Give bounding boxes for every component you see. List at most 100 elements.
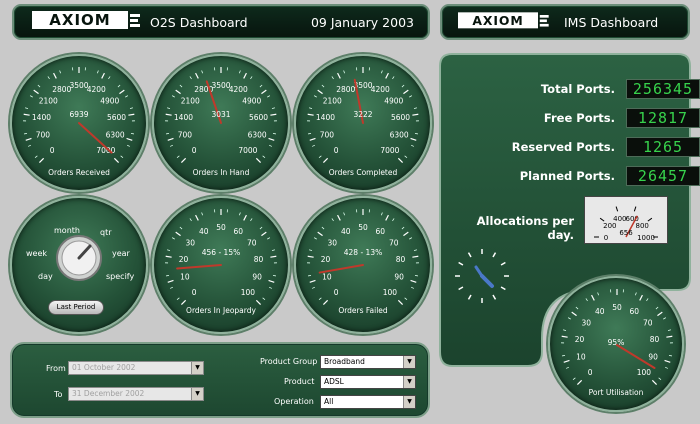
gauge-tick-label: 30 xyxy=(327,239,337,248)
gauge-minor-tick xyxy=(267,95,271,98)
free-ports-label: Free Ports. xyxy=(543,111,615,125)
axiom-logo: AXIOM xyxy=(458,12,549,29)
gauge-minor-tick xyxy=(201,212,204,216)
gauge-tick-label: 7000 xyxy=(380,146,399,155)
gauge-minor-tick xyxy=(321,226,325,230)
period-specify[interactable]: specify xyxy=(106,272,134,281)
gauge-tick xyxy=(175,89,181,95)
alloc-tick xyxy=(599,217,605,222)
gauge-minor-tick xyxy=(171,95,175,98)
gauge-minor-tick xyxy=(404,155,408,158)
gauge-tick-label: 700 xyxy=(178,131,193,140)
svg-text:AXIOM: AXIOM xyxy=(472,13,523,28)
gauge-tick xyxy=(639,294,643,301)
gauge-minor-tick xyxy=(238,70,241,74)
gauge-label: Orders Received xyxy=(48,168,110,177)
gauge-tick xyxy=(195,214,199,221)
gauge-tick xyxy=(255,299,262,306)
gauge-tick-label: 60 xyxy=(233,227,243,236)
gauge-tick xyxy=(651,379,658,386)
gauge-tick xyxy=(243,72,247,79)
port-utilisation-gauge[interactable]: 0 10 20 30 40 50 60 70 80 90 100 95% Port Utilisat… xyxy=(548,276,684,412)
operation-select[interactable]: All ▼ xyxy=(320,395,416,409)
product-label: Product xyxy=(284,377,315,386)
gauge-tick xyxy=(38,157,45,164)
product-group-select[interactable]: Broadband ▼ xyxy=(320,355,416,369)
gauge-tick xyxy=(195,72,199,79)
period-year[interactable]: year xyxy=(112,249,130,258)
ims-title: IMS Dashboard xyxy=(564,15,659,30)
reserved-ports-label: Reserved Ports. xyxy=(511,140,615,154)
gauge-value: 6939 xyxy=(69,110,89,119)
period-qtr[interactable]: qtr xyxy=(100,228,112,237)
o2s-date: 09 January 2003 xyxy=(310,15,414,30)
gauge-tick-label: 100 xyxy=(241,288,256,297)
gauge-tick-label: 30 xyxy=(581,319,591,328)
gauge-tick xyxy=(337,214,341,221)
total-ports-label: Total Ports. xyxy=(540,82,615,96)
to-date-field[interactable]: 31 December 2002 ▼ xyxy=(68,387,204,401)
gauge-tick-label: 2100 xyxy=(39,97,58,106)
gauge-minor-tick xyxy=(585,298,588,302)
gauge-minor-tick xyxy=(238,212,241,216)
allocations-gauge[interactable]: 0 200 400 600 800 1000 656 xyxy=(584,196,668,244)
gauge-value: 3222 xyxy=(353,110,373,119)
gauge-minor-tick xyxy=(271,107,276,109)
gauge-tick-label: 100 xyxy=(383,288,398,297)
gauge-tick xyxy=(33,89,39,95)
gauge-minor-tick xyxy=(268,286,273,289)
gauge-tick-label: 0 xyxy=(192,288,197,297)
gauge-minor-tick xyxy=(663,317,667,320)
gauge-minor-tick xyxy=(179,226,183,230)
gauge-tick-label: 60 xyxy=(629,307,639,316)
product-select[interactable]: ADSL ▼ xyxy=(320,375,416,389)
period-week[interactable]: week xyxy=(26,249,47,258)
period-day[interactable]: day xyxy=(38,272,53,281)
dropdown-arrow-icon[interactable]: ▼ xyxy=(191,362,203,374)
dropdown-arrow-icon[interactable]: ▼ xyxy=(403,396,415,408)
dropdown-arrow-icon[interactable]: ▼ xyxy=(403,376,415,388)
last-period-button[interactable]: Last Period xyxy=(48,300,104,315)
gauge-tick xyxy=(268,279,275,283)
operation-value: All xyxy=(324,397,334,406)
gauge-minor-tick xyxy=(165,132,170,135)
gauge-tick xyxy=(385,72,389,79)
dropdown-arrow-icon[interactable]: ▼ xyxy=(191,388,203,400)
gauge-minor-tick xyxy=(169,286,174,289)
gauge-minor-tick xyxy=(308,107,313,109)
gauge-minor-tick xyxy=(646,298,649,302)
gauge-orders-in-hand[interactable]: 0 700 1400 2100 2800 3500 4200 4900 5600 6300 7000… xyxy=(152,54,290,192)
gauge-tick-label: 7000 xyxy=(238,146,257,155)
gauge-tick xyxy=(119,89,125,95)
gauge-tick xyxy=(175,231,181,237)
gauge-tick xyxy=(255,157,262,164)
stats-block: Total Ports. 256345 Free Ports. 12817 Re… xyxy=(440,54,700,204)
gauge-minor-tick xyxy=(401,226,405,230)
gauge-minor-tick xyxy=(413,107,418,109)
gauge-tick-label: 6300 xyxy=(248,131,267,140)
gauge-minor-tick xyxy=(401,84,405,88)
gauge-tick-label: 4200 xyxy=(229,85,248,94)
gauge-tick xyxy=(317,231,323,237)
gauge-orders-received[interactable]: 0 700 1400 2100 2800 3500 4200 4900 5600 6300 7000… xyxy=(10,54,148,192)
gauge-minor-tick xyxy=(262,297,266,300)
dropdown-arrow-icon[interactable]: ▼ xyxy=(403,356,415,368)
gauge-tick xyxy=(167,279,174,283)
gauge-orders-failed[interactable]: 0 10 20 30 40 50 60 70 80 90 100 428 - 13% Orders … xyxy=(294,196,432,334)
from-date-field[interactable]: 01 October 2002 ▼ xyxy=(68,361,204,375)
gauge-minor-tick xyxy=(392,218,395,222)
gauge-tick xyxy=(309,279,316,283)
gauge-tick xyxy=(410,137,417,141)
gauge-minor-tick xyxy=(259,226,263,230)
gauge-minor-tick xyxy=(120,155,124,158)
gauge-tick xyxy=(563,359,570,363)
gauge-minor-tick xyxy=(165,274,170,277)
gauge-orders-in-jeopardy[interactable]: 0 10 20 30 40 50 60 70 80 90 100 456 - 15% Orders … xyxy=(152,196,290,334)
gauge-minor-tick xyxy=(59,70,62,74)
gauge-orders-completed[interactable]: 0 700 1400 2100 2800 3500 4200 4900 5600 6300 7000… xyxy=(294,54,432,192)
period-month[interactable]: month xyxy=(54,226,80,235)
gauge-tick-label: 60 xyxy=(375,227,385,236)
gauge-minor-tick xyxy=(307,132,312,135)
gauge-tick-label: 70 xyxy=(643,319,653,328)
gauge-tick xyxy=(113,157,120,164)
